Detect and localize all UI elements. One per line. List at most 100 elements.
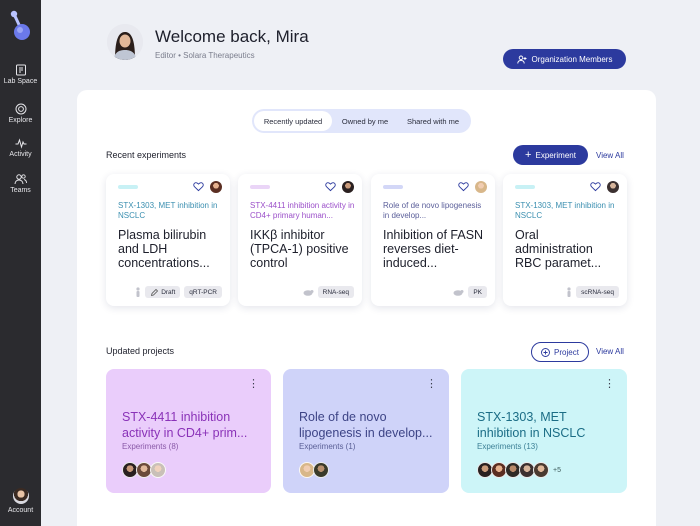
- project-experiment-count: Experiments (1): [299, 442, 356, 451]
- experiment-tags: RNA-seq: [303, 286, 354, 298]
- experiment-project: STX-1303, MET inhibition in NSCLC: [515, 201, 615, 220]
- avatar: [533, 462, 549, 478]
- heart-icon[interactable]: [325, 181, 336, 192]
- experiment-color-bar: [515, 185, 535, 189]
- tag-label: scRNA-seq: [581, 288, 614, 296]
- more-options-icon[interactable]: ⋮: [604, 377, 615, 390]
- tab-shared-with-me[interactable]: Shared with me: [398, 111, 468, 131]
- avatar: [313, 462, 329, 478]
- activity-icon: [15, 138, 26, 149]
- add-project-button[interactable]: Project: [531, 342, 589, 362]
- experiment-card[interactable]: STX-1303, MET inhibition in NSCLC Plasma…: [106, 174, 230, 306]
- tag-label: Draft: [161, 288, 176, 296]
- avatar: [150, 462, 166, 478]
- sidebar-account[interactable]: Account: [0, 488, 41, 514]
- add-experiment-label: Experiment: [535, 150, 576, 160]
- project-members: [299, 462, 329, 478]
- assay-tag: RNA-seq: [317, 286, 354, 298]
- avatar: [607, 181, 619, 193]
- experiment-card[interactable]: STX-4411 inhibition activity in CD4+ pri…: [238, 174, 362, 306]
- heart-icon[interactable]: [458, 181, 469, 192]
- sidebar-item-explore[interactable]: Explore: [0, 103, 41, 124]
- project-members: +5: [477, 462, 561, 478]
- project-title: Role of de novo lipogenesis in develop..…: [299, 410, 433, 440]
- app-logo-icon[interactable]: [9, 9, 33, 43]
- experiments-view-all-link[interactable]: View All: [596, 151, 624, 160]
- plus-icon: +: [525, 148, 532, 161]
- assay-tag: scRNA-seq: [576, 286, 619, 298]
- more-options-icon[interactable]: ⋮: [426, 377, 437, 390]
- tag-label: PK: [473, 288, 482, 296]
- user-avatar: [107, 24, 143, 60]
- heart-icon[interactable]: [590, 181, 601, 192]
- add-project-label: Project: [554, 347, 579, 357]
- explore-icon: [15, 103, 26, 115]
- pencil-icon: [151, 288, 159, 296]
- sidebar-item-lab-space[interactable]: Lab Space: [0, 64, 41, 85]
- assay-tag: PK: [468, 286, 487, 298]
- user-portrait-icon: [107, 24, 143, 60]
- project-experiment-count: Experiments (8): [122, 442, 179, 451]
- experiment-tags: PK: [453, 286, 487, 298]
- person-icon: [567, 287, 571, 297]
- page-title: Welcome back, Mira: [155, 27, 309, 46]
- experiment-project: Role of de novo lipogenesis in develop..…: [383, 201, 482, 220]
- lab-space-icon: [15, 64, 26, 76]
- sidebar-item-teams[interactable]: Teams: [0, 173, 41, 194]
- add-user-icon: [516, 55, 527, 64]
- filter-tabs: Recently updated Owned by me Shared with…: [252, 109, 471, 133]
- experiment-color-bar: [250, 185, 270, 189]
- experiment-title: Oral administration RBC paramet...: [515, 228, 602, 270]
- avatar: [210, 181, 222, 193]
- tab-recently-updated[interactable]: Recently updated: [254, 111, 332, 131]
- sidebar-item-activity[interactable]: Activity: [0, 137, 41, 158]
- more-options-icon[interactable]: ⋮: [248, 377, 259, 390]
- recent-experiments-title: Recent experiments: [106, 150, 187, 160]
- add-experiment-button[interactable]: + Experiment: [513, 145, 588, 165]
- experiment-color-bar: [383, 185, 403, 189]
- avatar: [12, 488, 29, 504]
- projects-view-all-link[interactable]: View All: [596, 347, 624, 356]
- experiment-tags: scRNA-seq: [566, 286, 619, 298]
- tab-owned-by-me[interactable]: Owned by me: [332, 111, 398, 131]
- experiment-title: Plasma bilirubin and LDH concentrations.…: [118, 228, 210, 270]
- project-title: STX-4411 inhibition activity in CD4+ pri…: [122, 410, 248, 440]
- organization-members-button[interactable]: Organization Members: [503, 49, 626, 69]
- project-title: STX-1303, MET inhibition in NSCLC: [477, 410, 586, 440]
- project-card[interactable]: ⋮ STX-4411 inhibition activity in CD4+ p…: [106, 369, 271, 493]
- tag-label: RNA-seq: [322, 288, 349, 296]
- project-members: [122, 462, 166, 478]
- avatar: [475, 181, 487, 193]
- person-icon: [136, 287, 140, 297]
- experiment-title: IKKβ inhibitor (TPCA-1) positive control: [250, 228, 349, 270]
- mouse-icon: [303, 289, 314, 296]
- project-card[interactable]: ⋮ Role of de novo lipogenesis in develop…: [283, 369, 449, 493]
- teams-icon: [14, 174, 27, 185]
- more-members-count: +5: [553, 466, 561, 474]
- experiment-title: Inhibition of FASN reverses diet-induced…: [383, 228, 484, 270]
- sidebar-account-label: Account: [7, 507, 34, 514]
- experiment-color-bar: [118, 185, 138, 189]
- sidebar-item-label: Explore: [8, 117, 33, 124]
- project-experiment-count: Experiments (13): [477, 442, 538, 451]
- mouse-icon: [453, 289, 464, 296]
- draft-badge: Draft: [145, 286, 181, 298]
- heart-icon[interactable]: [193, 181, 204, 192]
- experiment-card[interactable]: Role of de novo lipogenesis in develop..…: [371, 174, 495, 306]
- experiment-project: STX-1303, MET inhibition in NSCLC: [118, 201, 218, 220]
- sidebar-item-label: Activity: [9, 151, 32, 158]
- project-card[interactable]: ⋮ STX-1303, MET inhibition in NSCLC Expe…: [461, 369, 627, 493]
- sidebar: Lab Space Explore Activity Teams Account: [0, 0, 41, 526]
- user-role: Editor • Solara Therapeutics: [155, 51, 255, 60]
- updated-projects-title: Updated projects: [106, 346, 175, 356]
- plus-circle-icon: [541, 347, 550, 357]
- sidebar-item-label: Lab Space: [3, 78, 38, 85]
- tag-label: qRT-PCR: [189, 288, 217, 296]
- experiment-card[interactable]: STX-1303, MET inhibition in NSCLC Oral a…: [503, 174, 627, 306]
- avatar: [342, 181, 354, 193]
- sidebar-item-label: Teams: [10, 187, 31, 194]
- assay-tag: qRT-PCR: [184, 286, 222, 298]
- organization-members-label: Organization Members: [531, 54, 613, 64]
- experiment-tags: Draft qRT-PCR: [135, 286, 222, 298]
- experiment-project: STX-4411 inhibition activity in CD4+ pri…: [250, 201, 355, 220]
